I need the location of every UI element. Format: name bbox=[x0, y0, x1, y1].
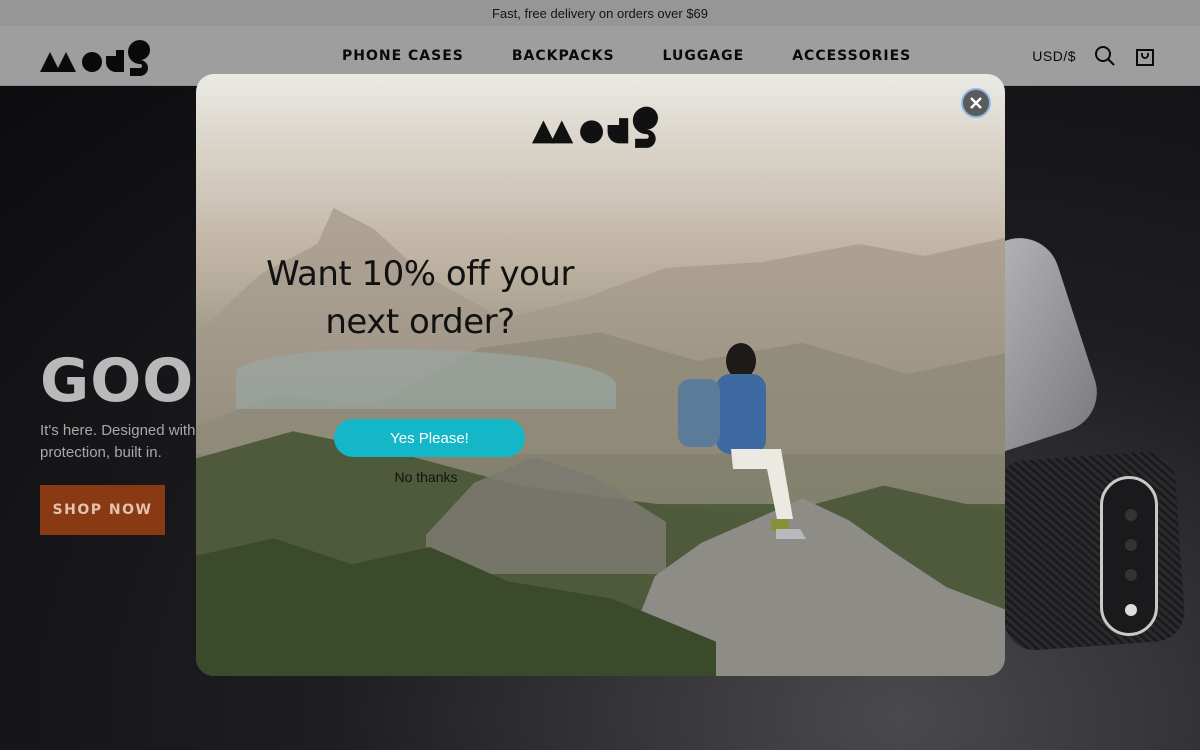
discount-popup: Want 10% off your next order? Yes Please… bbox=[196, 74, 1005, 676]
no-thanks-link[interactable]: No thanks bbox=[326, 469, 526, 485]
shop-now-button[interactable]: SHOP NOW bbox=[40, 485, 165, 535]
close-button[interactable] bbox=[961, 88, 991, 118]
camera-bar-image bbox=[1100, 476, 1158, 636]
mous-logo bbox=[532, 106, 658, 148]
popup-headline: Want 10% off your next order? bbox=[266, 254, 574, 342]
close-icon bbox=[970, 97, 982, 109]
hiker-figure bbox=[678, 343, 806, 539]
yes-please-button[interactable]: Yes Please! bbox=[334, 419, 525, 457]
